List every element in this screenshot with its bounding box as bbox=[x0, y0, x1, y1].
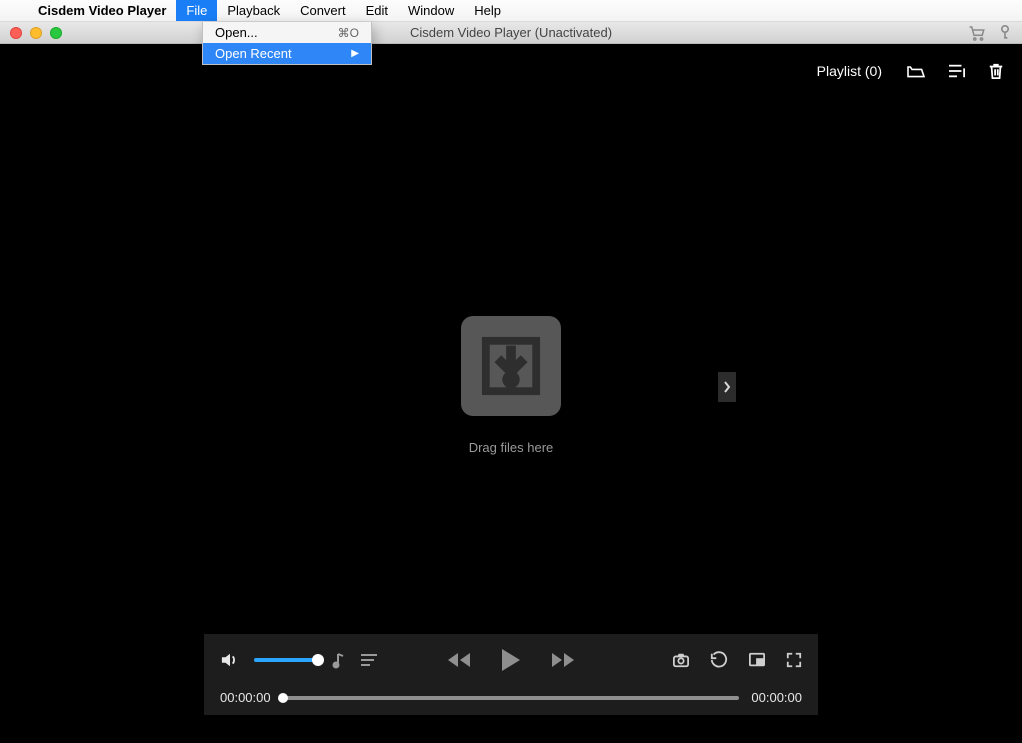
snapshot-icon[interactable] bbox=[672, 652, 690, 668]
progress-thumb[interactable] bbox=[278, 693, 288, 703]
player-controls: 00:00:00 00:00:00 bbox=[204, 634, 818, 715]
menu-help[interactable]: Help bbox=[464, 0, 511, 21]
shopping-cart-icon[interactable] bbox=[968, 25, 986, 41]
menu-file[interactable]: File bbox=[176, 0, 217, 21]
menu-item-open[interactable]: Open... ⌘O bbox=[203, 22, 371, 43]
key-icon[interactable] bbox=[998, 25, 1012, 41]
menu-item-open-shortcut: ⌘O bbox=[338, 26, 359, 40]
menu-item-open-recent-label: Open Recent bbox=[215, 46, 292, 61]
rotate-icon[interactable] bbox=[710, 651, 728, 669]
volume-slider[interactable] bbox=[254, 658, 318, 662]
menu-convert[interactable]: Convert bbox=[290, 0, 356, 21]
fast-forward-button[interactable] bbox=[550, 651, 576, 669]
time-total: 00:00:00 bbox=[751, 690, 802, 705]
progress-bar[interactable] bbox=[283, 696, 740, 700]
file-dropdown: Open... ⌘O Open Recent ▶ bbox=[202, 22, 372, 65]
music-note-icon[interactable] bbox=[332, 651, 346, 669]
zoom-window-button[interactable] bbox=[50, 27, 62, 39]
menu-edit[interactable]: Edit bbox=[356, 0, 398, 21]
trash-icon[interactable] bbox=[988, 62, 1004, 80]
playlist-label: Playlist (0) bbox=[817, 63, 882, 79]
app-name-menu[interactable]: Cisdem Video Player bbox=[28, 3, 176, 18]
volume-icon[interactable] bbox=[220, 651, 240, 669]
open-folder-icon[interactable] bbox=[906, 63, 926, 79]
volume-thumb[interactable] bbox=[312, 654, 324, 666]
fullscreen-icon[interactable] bbox=[786, 652, 802, 668]
drop-caption: Drag files here bbox=[461, 440, 561, 455]
playlist-bar: Playlist (0) bbox=[817, 62, 1004, 80]
window-titlebar: Cisdem Video Player (Unactivated) bbox=[0, 22, 1022, 44]
playlist-list-icon[interactable] bbox=[948, 63, 966, 79]
play-button[interactable] bbox=[500, 647, 522, 673]
minimize-window-button[interactable] bbox=[30, 27, 42, 39]
time-current: 00:00:00 bbox=[220, 690, 271, 705]
close-window-button[interactable] bbox=[10, 27, 22, 39]
submenu-arrow-icon: ▶ bbox=[351, 48, 359, 59]
picture-in-picture-icon[interactable] bbox=[748, 652, 766, 668]
video-area: Playlist (0) Drag files here bbox=[0, 44, 1022, 743]
drop-box-icon bbox=[461, 316, 561, 416]
traffic-lights bbox=[10, 27, 62, 39]
macos-menubar: Cisdem Video Player File Playback Conver… bbox=[0, 0, 1022, 22]
window-title: Cisdem Video Player (Unactivated) bbox=[410, 25, 612, 40]
expand-chevron-button[interactable] bbox=[718, 372, 736, 402]
volume-fill bbox=[254, 658, 318, 662]
menu-playback[interactable]: Playback bbox=[217, 0, 290, 21]
rewind-button[interactable] bbox=[446, 651, 472, 669]
menu-item-open-recent[interactable]: Open Recent ▶ bbox=[203, 43, 371, 64]
subtitles-list-icon[interactable] bbox=[360, 653, 378, 667]
menu-item-open-label: Open... bbox=[215, 25, 258, 40]
menu-window[interactable]: Window bbox=[398, 0, 464, 21]
drop-zone[interactable]: Drag files here bbox=[461, 316, 561, 455]
